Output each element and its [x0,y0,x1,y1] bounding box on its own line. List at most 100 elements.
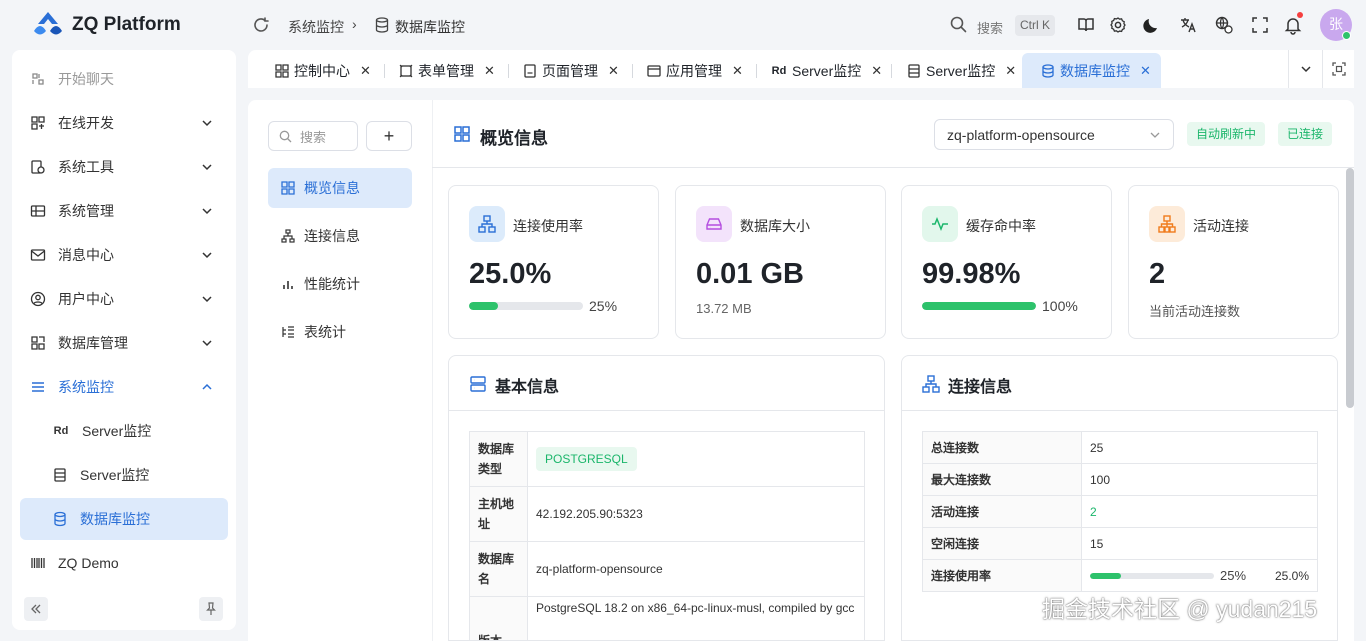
bell-icon[interactable] [1283,15,1303,35]
close-icon[interactable]: ✕ [360,63,371,79]
stat-subtext: 当前活动连接数 [1149,304,1241,319]
translate-icon[interactable] [1178,15,1198,35]
add-db-button[interactable]: + [366,121,412,151]
sidebar-item-manage[interactable]: 系统管理 [20,190,228,232]
stat-card-db-size: 数据库大小 0.01 GB 13.72 MB [675,185,886,339]
db-type-badge: POSTGRESQL [536,447,637,471]
chevron-down-icon [202,120,212,127]
book-icon[interactable] [1076,15,1096,35]
sidebar-item-messages[interactable]: 消息中心 [20,234,228,276]
close-icon[interactable]: ✕ [608,63,619,79]
tabs-more-button[interactable] [1288,50,1322,88]
sidebar-item-label: 在线开发 [58,115,114,131]
close-icon[interactable]: ✕ [484,63,495,79]
dev-icon [30,115,46,131]
sidebar-item-db-manage[interactable]: 数据库管理 [20,322,228,364]
network-icon [469,206,505,242]
tab-page-manage[interactable]: 页面管理 ✕ [522,53,619,88]
sidebar-item-dev[interactable]: 在线开发 [20,102,228,144]
settings-icon[interactable] [1108,15,1128,35]
sidebar-item-server-monitor-rd[interactable]: Rd Server监控 [20,410,228,452]
table-row: 最大连接数 100 [922,463,1318,496]
tabs-maximize-button[interactable] [1322,50,1354,88]
notification-dot [1297,12,1303,18]
menu-overview[interactable]: 概览信息 [268,168,412,208]
panel-header: 连接信息 [902,356,1337,411]
double-chevron-left-icon [31,604,41,614]
stat-subtext: 13.72 MB [696,301,752,316]
chat-icon [30,71,46,87]
sidebar-collapse-button[interactable] [24,597,48,621]
tab-form-manage[interactable]: 表单管理 ✕ [398,53,495,88]
table-key: 数据库类型 [469,431,528,487]
global-search[interactable]: 搜索 [977,18,1003,37]
close-icon[interactable]: ✕ [732,63,743,79]
tab-label: 控制中心 [294,62,350,79]
tools-icon [30,159,46,175]
database-icon [375,17,389,33]
tab-server-monitor[interactable]: Server监控 ✕ [906,53,1016,88]
chevron-down-icon [202,340,212,347]
sidebar-item-tools[interactable]: 系统工具 [20,146,228,188]
stat-card-connection-usage: 连接使用率 25.0% 25% [448,185,659,339]
search-icon[interactable] [950,16,967,33]
sidebar-item-label: ZQ Demo [58,555,119,571]
rd-icon: Rd [53,425,69,437]
auto-refresh-badge[interactable]: 自动刷新中 [1187,122,1266,146]
tab-db-monitor[interactable]: 数据库监控 ✕ [1022,53,1161,88]
sidebar-item-label: 用户中心 [58,291,114,307]
sidebar-item-demo[interactable]: ZQ Demo [20,542,228,584]
breadcrumb-parent[interactable]: 系统监控 [288,17,344,37]
sidebar-item-db-monitor[interactable]: 数据库监控 [20,498,228,540]
tab-app-manage[interactable]: 应用管理 ✕ [646,53,743,88]
conn-info-table: 总连接数 25 最大连接数 100 活动连接 2 空闲连接 15 连接使用率 2… [922,431,1318,592]
table-row: 数据库名 zq-platform-opensource [469,541,865,597]
close-icon[interactable]: ✕ [1140,63,1151,79]
table-key: 数据库名 [469,541,528,597]
sidebar-item-label: 消息中心 [58,247,114,263]
menu-performance[interactable]: 性能统计 [268,264,412,304]
chevron-down-icon [1300,66,1311,73]
tab-divider [891,64,892,78]
menu-connections[interactable]: 连接信息 [268,216,412,256]
divider [432,100,433,641]
basic-info-panel: 基本信息 数据库类型 POSTGRESQL 主机地址 42.192.205.90… [448,355,885,641]
scrollbar[interactable] [1346,168,1354,408]
sidebar-pin-button[interactable] [199,597,223,621]
db-select[interactable]: zq-platform-opensource [934,119,1174,150]
table-value: PostgreSQL 18.2 on x86_64-pc-linux-musl,… [527,596,865,640]
menu-table-stats[interactable]: 表统计 [268,312,412,352]
dark-mode-icon[interactable] [1142,15,1162,35]
maximize-icon [1331,62,1346,76]
sidebar-item-chat[interactable]: 开始聊天 [20,58,228,100]
grid-icon [274,63,290,79]
db-search-input[interactable]: 搜索 [268,121,358,151]
fullscreen-icon[interactable] [1250,15,1270,35]
language-icon[interactable] [1214,15,1234,35]
basic-info-table: 数据库类型 POSTGRESQL 主机地址 42.192.205.90:5323… [469,431,865,640]
table-key: 版本 [469,596,528,640]
close-icon[interactable]: ✕ [871,63,882,79]
sidebar-item-server-monitor[interactable]: Server监控 [20,454,228,496]
usage-value: 25.0% [1274,568,1309,583]
close-icon[interactable]: ✕ [1005,63,1016,79]
tab-label: 数据库监控 [1060,62,1130,79]
sidebar-item-label: 数据库管理 [58,335,128,351]
sidebar-item-user[interactable]: 用户中心 [20,278,228,320]
db-select-value: zq-platform-opensource [947,126,1095,143]
search-shortcut: Ctrl K [1015,15,1055,36]
stat-label: 连接使用率 [513,218,583,234]
stat-value: 0.01 GB [696,258,804,290]
stat-card-active-conn: 活动连接 2 当前活动连接数 [1128,185,1339,339]
tab-control-center[interactable]: 控制中心 ✕ [274,53,371,88]
table-row: 数据库类型 POSTGRESQL [469,431,865,487]
bar-chart-icon [280,276,296,292]
sidebar-item-monitor[interactable]: 系统监控 [20,366,228,408]
refresh-icon[interactable] [252,16,270,34]
mail-icon [30,247,46,263]
table-value: 25% 25.0% [1081,559,1318,592]
panel-title: 连接信息 [948,379,1013,396]
tab-server-monitor-rd[interactable]: Rd Server监控 ✕ [770,53,882,88]
rd-icon: Rd [771,64,787,77]
pin-icon [206,602,216,615]
